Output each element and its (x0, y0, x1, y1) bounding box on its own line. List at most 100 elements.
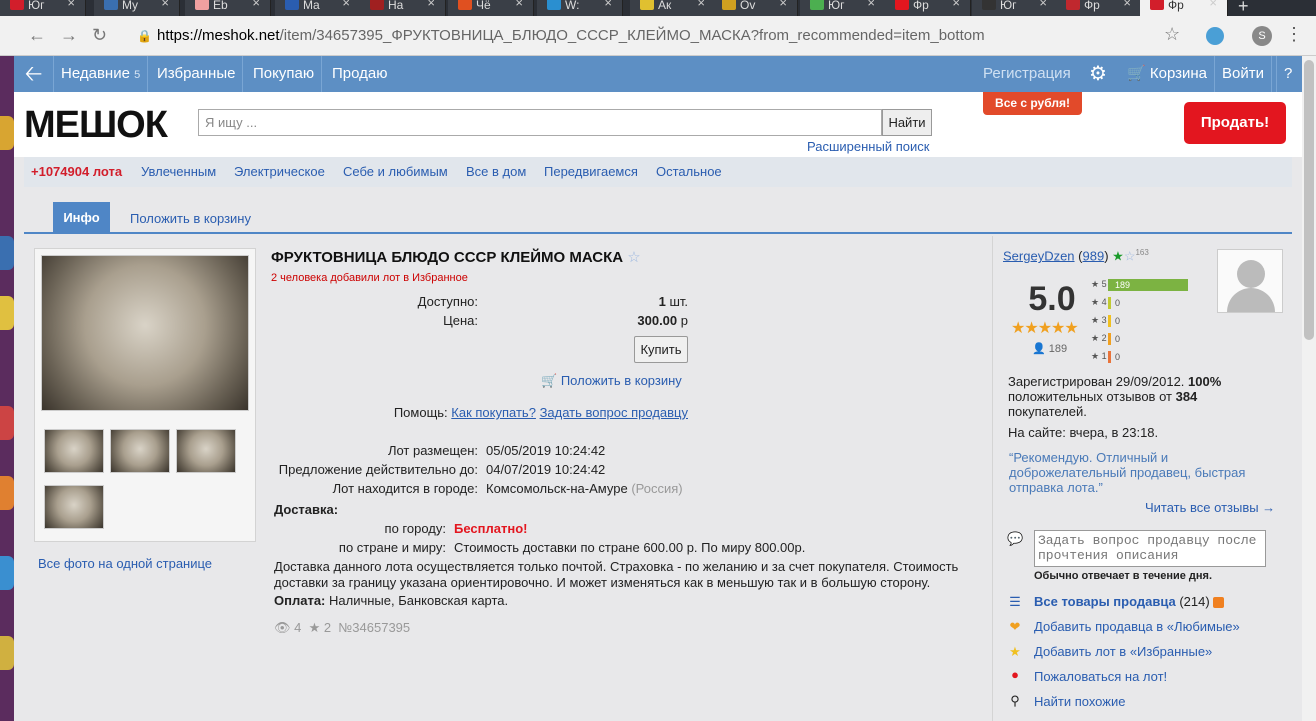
browser-tab[interactable]: Юг × (0, 0, 86, 16)
browser-tab[interactable]: Фр × (1056, 0, 1142, 16)
browser-tab[interactable]: Фр × (1140, 0, 1228, 16)
add-lot-favorites-link[interactable]: Добавить лот в «Избранные» (1034, 644, 1212, 659)
tab-close-icon[interactable]: × (252, 0, 260, 9)
tab-close-icon[interactable]: × (697, 0, 705, 9)
category-link[interactable]: Все в дом (466, 157, 526, 187)
browser-tab[interactable]: W: × (537, 0, 623, 16)
tab-label: Юг (828, 0, 845, 12)
reload-icon[interactable]: ↻ (92, 25, 107, 46)
category-link[interactable]: Электрическое (234, 157, 325, 187)
nav-recent[interactable]: Недавние 5 (54, 56, 149, 92)
sell-button[interactable]: Продать! (1184, 102, 1286, 144)
scrollbar-thumb[interactable] (1304, 60, 1314, 340)
tab-info[interactable]: Инфо (53, 202, 110, 234)
tab-close-icon[interactable]: × (952, 0, 960, 9)
dock-app-icon[interactable] (0, 116, 14, 150)
ask-seller-link[interactable]: Задать вопрос продавцу (540, 405, 688, 420)
tab-close-icon[interactable]: × (779, 0, 787, 9)
tab-close-icon[interactable]: × (1039, 0, 1047, 9)
nav-help[interactable]: ? (1276, 56, 1299, 92)
category-link[interactable]: Себе и любимым (343, 157, 448, 187)
search-icon: ⚲ (1010, 693, 1020, 708)
tab-close-icon[interactable]: × (342, 0, 350, 9)
find-button[interactable]: Найти (882, 109, 932, 136)
url-bar[interactable]: 🔒 https://meshok.net/item/34657395_ФРУКТ… (135, 22, 1235, 50)
dock-app-icon[interactable] (0, 556, 14, 590)
forward-icon[interactable]: → (60, 25, 78, 46)
browser-tab[interactable]: Ma × (275, 0, 361, 16)
complain-link[interactable]: Пожаловаться на лот! (1034, 669, 1167, 684)
rating-score: 5.0 (1028, 280, 1076, 318)
dock-app-icon[interactable] (0, 236, 14, 270)
back-icon[interactable]: ← (28, 25, 46, 46)
site-logo[interactable]: МЕШОК (24, 102, 168, 147)
browser-tab[interactable]: На × (360, 0, 446, 16)
dock-app-icon[interactable] (0, 406, 14, 440)
dock-app-icon[interactable] (0, 636, 14, 670)
all-photos-link[interactable]: Все фото на одной странице (38, 556, 212, 571)
thumbnail[interactable] (176, 429, 236, 473)
gear-icon[interactable]: ⚙ (1082, 56, 1114, 92)
browser-tab[interactable]: Ак × (630, 0, 716, 16)
item-title: ФРУКТОВНИЦА БЛЮДО СССР КЛЕЙМО МАСКА ☆ (271, 248, 641, 266)
tab-close-icon[interactable]: × (1209, 0, 1217, 9)
nav-login[interactable]: Войти (1214, 56, 1272, 92)
browser-tab[interactable]: Eb × (185, 0, 271, 16)
nav-selling[interactable]: Продаю (325, 56, 394, 92)
find-similar-link[interactable]: Найти похожие (1034, 694, 1125, 709)
read-all-reviews-link[interactable]: Читать все отзывы → (1145, 500, 1275, 515)
browser-tab[interactable]: My × (94, 0, 180, 16)
seller-count-link[interactable]: 989 (1083, 248, 1105, 263)
promo-badge[interactable]: Все с рубля! (983, 92, 1082, 115)
all-seller-goods-link[interactable]: Все товары продавца (214) (1034, 594, 1225, 609)
thumbnail[interactable] (44, 485, 104, 529)
scrollbar[interactable] (1302, 56, 1316, 721)
category-link[interactable]: Передвигаемся (544, 157, 638, 187)
browser-tab[interactable]: Чё × (448, 0, 534, 16)
how-to-buy-link[interactable]: Как покупать? (451, 405, 536, 420)
category-link[interactable]: Увлеченным (141, 157, 216, 187)
tab-close-icon[interactable]: × (67, 0, 75, 9)
nav-favorites[interactable]: Избранные (150, 56, 244, 92)
seller-avatar[interactable] (1217, 249, 1283, 313)
new-tab-button[interactable]: + (1238, 0, 1249, 16)
add-seller-favorites-link[interactable]: Добавить продавца в «Любимые» (1034, 619, 1240, 634)
nav-register[interactable]: Регистрация (976, 56, 1078, 92)
tab-favicon (370, 0, 384, 10)
browser-tab[interactable]: Фр × (885, 0, 971, 16)
extension-icon[interactable] (1206, 27, 1224, 45)
tab-close-icon[interactable]: × (427, 0, 435, 9)
tab-close-icon[interactable]: × (867, 0, 875, 9)
question-textarea[interactable]: Задать вопрос продавцу после прочтения о… (1034, 530, 1266, 567)
dock-app-icon[interactable] (0, 476, 14, 510)
rss-icon[interactable] (1213, 597, 1225, 609)
tab-close-icon[interactable]: × (515, 0, 523, 9)
category-link[interactable]: Остальное (656, 157, 722, 187)
favorite-star-icon[interactable]: ☆ (627, 249, 640, 266)
seller-name-link[interactable]: SergeyDzen (1003, 248, 1075, 263)
nav-cart[interactable]: 🛒 Корзина (1120, 56, 1214, 92)
tab-close-icon[interactable]: × (604, 0, 612, 9)
browser-tab[interactable]: Ov × (712, 0, 798, 16)
thumbnail[interactable] (44, 429, 104, 473)
add-to-cart-label[interactable]: Положить в корзину (561, 373, 682, 388)
main-photo[interactable] (41, 255, 249, 411)
tab-close-icon[interactable]: × (1123, 0, 1131, 9)
search-input[interactable]: Я ищу ... (198, 109, 882, 136)
browser-tab[interactable]: Юг × (972, 0, 1058, 16)
lots-count[interactable]: +1074904 лота (31, 157, 122, 187)
tab-close-icon[interactable]: × (161, 0, 169, 9)
nav-buying[interactable]: Покупаю (246, 56, 323, 92)
buy-button[interactable]: Купить (634, 336, 688, 363)
thumbnail[interactable] (110, 429, 170, 473)
menu-icon[interactable]: ⋮ (1285, 24, 1303, 45)
back-arrow-icon[interactable]: 🡠 (14, 56, 54, 92)
profile-avatar[interactable]: S (1252, 26, 1272, 46)
browser-tab[interactable]: Юг × (800, 0, 886, 16)
avatar-head (1237, 260, 1265, 288)
dock-app-icon[interactable] (0, 296, 14, 330)
tab-add-to-cart[interactable]: Положить в корзину (130, 211, 251, 226)
advanced-search-link[interactable]: Расширенный поиск (807, 139, 929, 154)
bookmark-star-icon[interactable]: ☆ (1164, 24, 1180, 45)
add-to-cart-link[interactable]: 🛒 Положить в корзину (541, 373, 682, 389)
